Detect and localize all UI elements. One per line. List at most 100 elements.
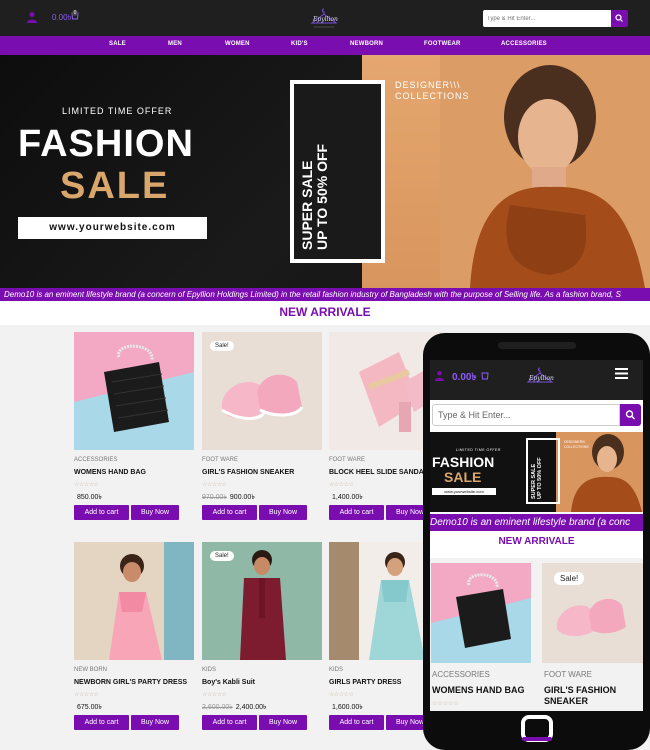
page: 0.00৳ 0 Epyllion SALE MEN WOMEN KID'S NE… <box>0 0 650 750</box>
product-category: FOOT WARE <box>329 457 365 463</box>
product-name[interactable]: Boy's Kabli Suit <box>202 679 255 686</box>
hero-vertical-text: SUPER SALE UP TO 50% OFF <box>299 143 330 250</box>
nav-item-men[interactable]: MEN <box>168 41 182 47</box>
hero-title-fashion: FASHION <box>18 123 194 165</box>
buy-now-button[interactable]: Buy Now <box>131 715 179 730</box>
search-input[interactable] <box>483 10 611 27</box>
mobile-screen: 0.00৳ Epyllion Type & Hit Enter... LIMIT… <box>430 360 643 711</box>
product-current-price: 1,600.00৳ <box>332 704 363 711</box>
mobile-preview: 0.00৳ Epyllion Type & Hit Enter... LIMIT… <box>423 333 650 750</box>
hero-super-sale: SUPER SALE <box>299 160 315 250</box>
product-price: 970.00৳ 900.00৳ <box>202 491 255 503</box>
search-icon <box>615 14 623 22</box>
hero-model-image <box>440 55 650 288</box>
product-name[interactable]: GIRLS PARTY DRESS <box>329 679 401 686</box>
mobile-product-image[interactable] <box>431 563 531 663</box>
product-category: FOOT WARE <box>202 457 238 463</box>
hero-title-sale: SALE <box>60 165 170 207</box>
mobile-search-button[interactable] <box>620 404 641 426</box>
product-category: NEW BORN <box>74 667 107 673</box>
mobile-hero-fashion: FASHION <box>432 454 495 470</box>
add-to-cart-button[interactable]: Add to cart <box>329 505 384 520</box>
add-to-cart-button[interactable]: Add to cart <box>202 715 257 730</box>
search-icon <box>625 410 635 420</box>
mobile-hero-url: www.yourwebsite.com <box>432 488 496 495</box>
product-current-price: 850.00৳ <box>77 494 102 501</box>
product-name[interactable]: WOMENS HAND BAG <box>74 469 146 476</box>
product-rating: ☆☆☆☆☆ <box>202 692 227 698</box>
mobile-product-rating: ☆☆☆☆☆ <box>432 701 459 707</box>
product-name[interactable]: NEWBORN GIRL'S PARTY DRESS <box>74 679 187 686</box>
brand-logo-icon[interactable]: Epyllion <box>308 5 340 31</box>
nav-item-sale[interactable]: SALE <box>109 41 126 47</box>
product-price: 850.00৳ <box>74 491 102 503</box>
hero-designer-text: DESIGNER\\\ COLLECTIONS <box>395 80 470 102</box>
nav-item-women[interactable]: WOMEN <box>225 41 250 47</box>
product-image[interactable] <box>74 542 194 660</box>
hero-banner[interactable]: LIMITED TIME OFFER FASHION SALE www.your… <box>0 55 650 288</box>
buy-now-button[interactable]: Buy Now <box>259 715 307 730</box>
phone-home-indicator <box>522 737 552 741</box>
product-image[interactable] <box>74 332 194 450</box>
product-rating: ☆☆☆☆☆ <box>74 692 99 698</box>
sale-badge: Sale! <box>210 341 234 351</box>
mobile-product-name[interactable]: GIRL'S FASHION SNEAKER <box>544 685 616 707</box>
mobile-product-name-line2: SNEAKER <box>544 696 589 706</box>
nav-item-accessories[interactable]: ACCESSORIES <box>501 41 547 47</box>
mobile-hero-banner[interactable]: LIMITED TIME OFFER FASHION SALE www.your… <box>430 432 643 512</box>
mobile-hero-offer: LIMITED TIME OFFER <box>456 448 501 452</box>
mobile-hero-discount: UP TO 50% OFF <box>537 457 543 499</box>
mobile-product-name[interactable]: WOMENS HAND BAG <box>432 685 525 696</box>
buy-now-button[interactable]: Buy Now <box>259 505 307 520</box>
mobile-hero-designer1: DESIGNER\\\ <box>564 440 586 444</box>
hero-discount: UP TO 50% OFF <box>314 143 330 250</box>
mobile-hero-designer: DESIGNER\\\ COLLECTIONS <box>564 440 589 449</box>
hero-offer-text: LIMITED TIME OFFER <box>62 106 173 116</box>
buy-now-button[interactable]: Buy Now <box>131 505 179 520</box>
svg-text:Epyllion: Epyllion <box>312 16 338 23</box>
top-header: 0.00৳ 0 Epyllion <box>0 0 650 36</box>
product-name[interactable]: BLOCK HEEL SLIDE SANDAL <box>329 469 428 476</box>
search-button[interactable] <box>611 10 628 27</box>
hamburger-menu-icon[interactable] <box>615 367 628 380</box>
add-to-cart-button[interactable]: Add to cart <box>329 715 384 730</box>
svg-text:Epyllion: Epyllion <box>528 375 554 382</box>
nav-item-kids[interactable]: KID'S <box>291 41 308 47</box>
product-current-price: 900.00৳ <box>229 494 255 501</box>
main-nav: SALE MEN WOMEN KID'S NEWBORN FOOTWEAR AC… <box>0 36 650 55</box>
hero-designer-line2: COLLECTIONS <box>395 91 470 101</box>
product-old-price: 970.00৳ <box>202 494 227 501</box>
mobile-product-name-line1: GIRL'S FASHION <box>544 685 617 695</box>
product-rating: ☆☆☆☆☆ <box>329 482 354 488</box>
user-icon[interactable] <box>26 11 38 23</box>
nav-item-footwear[interactable]: FOOTWEAR <box>424 41 461 47</box>
hero-designer-line1: DESIGNER\\\ <box>395 80 461 90</box>
mobile-header: 0.00৳ Epyllion <box>430 360 643 400</box>
product-category: KIDS <box>329 667 344 673</box>
mobile-hero-designer2: COLLECTIONS <box>564 444 589 449</box>
phone-notch <box>498 342 576 349</box>
add-to-cart-button[interactable]: Add to cart <box>74 715 129 730</box>
nav-item-newborn[interactable]: NEWBORN <box>350 41 383 47</box>
cart-icon[interactable] <box>480 370 490 380</box>
mobile-search-input[interactable]: Type & Hit Enter... <box>432 404 620 426</box>
product-rating: ☆☆☆☆☆ <box>74 482 99 488</box>
product-price: 1,400.00৳ <box>329 491 363 503</box>
brand-logo-icon[interactable]: Epyllion <box>524 364 556 390</box>
marquee-ticker: Demo10 is an eminent lifestyle brand (a … <box>0 288 650 301</box>
cart-amount[interactable]: 0.00৳ <box>52 12 72 25</box>
product-rating: ☆☆☆☆☆ <box>202 482 227 488</box>
sale-badge: Sale! <box>210 551 234 561</box>
mobile-hero-vertical: SUPER SALE UP TO 50% OFF <box>531 457 543 499</box>
product-current-price: 675.00৳ <box>77 704 102 711</box>
section-title: NEW ARRIVALE <box>279 305 371 319</box>
add-to-cart-button[interactable]: Add to cart <box>74 505 129 520</box>
mobile-section-title: NEW ARRIVALE <box>498 536 575 547</box>
mobile-cart-amount[interactable]: 0.00৳ <box>452 370 476 387</box>
add-to-cart-button[interactable]: Add to cart <box>202 505 257 520</box>
mobile-hero-sale: SALE <box>444 469 482 485</box>
product-name[interactable]: GIRL'S FASHION SNEAKER <box>202 469 294 476</box>
product-category: ACCESSORIES <box>74 457 118 463</box>
product-category: KIDS <box>202 667 217 673</box>
user-icon[interactable] <box>434 370 445 381</box>
